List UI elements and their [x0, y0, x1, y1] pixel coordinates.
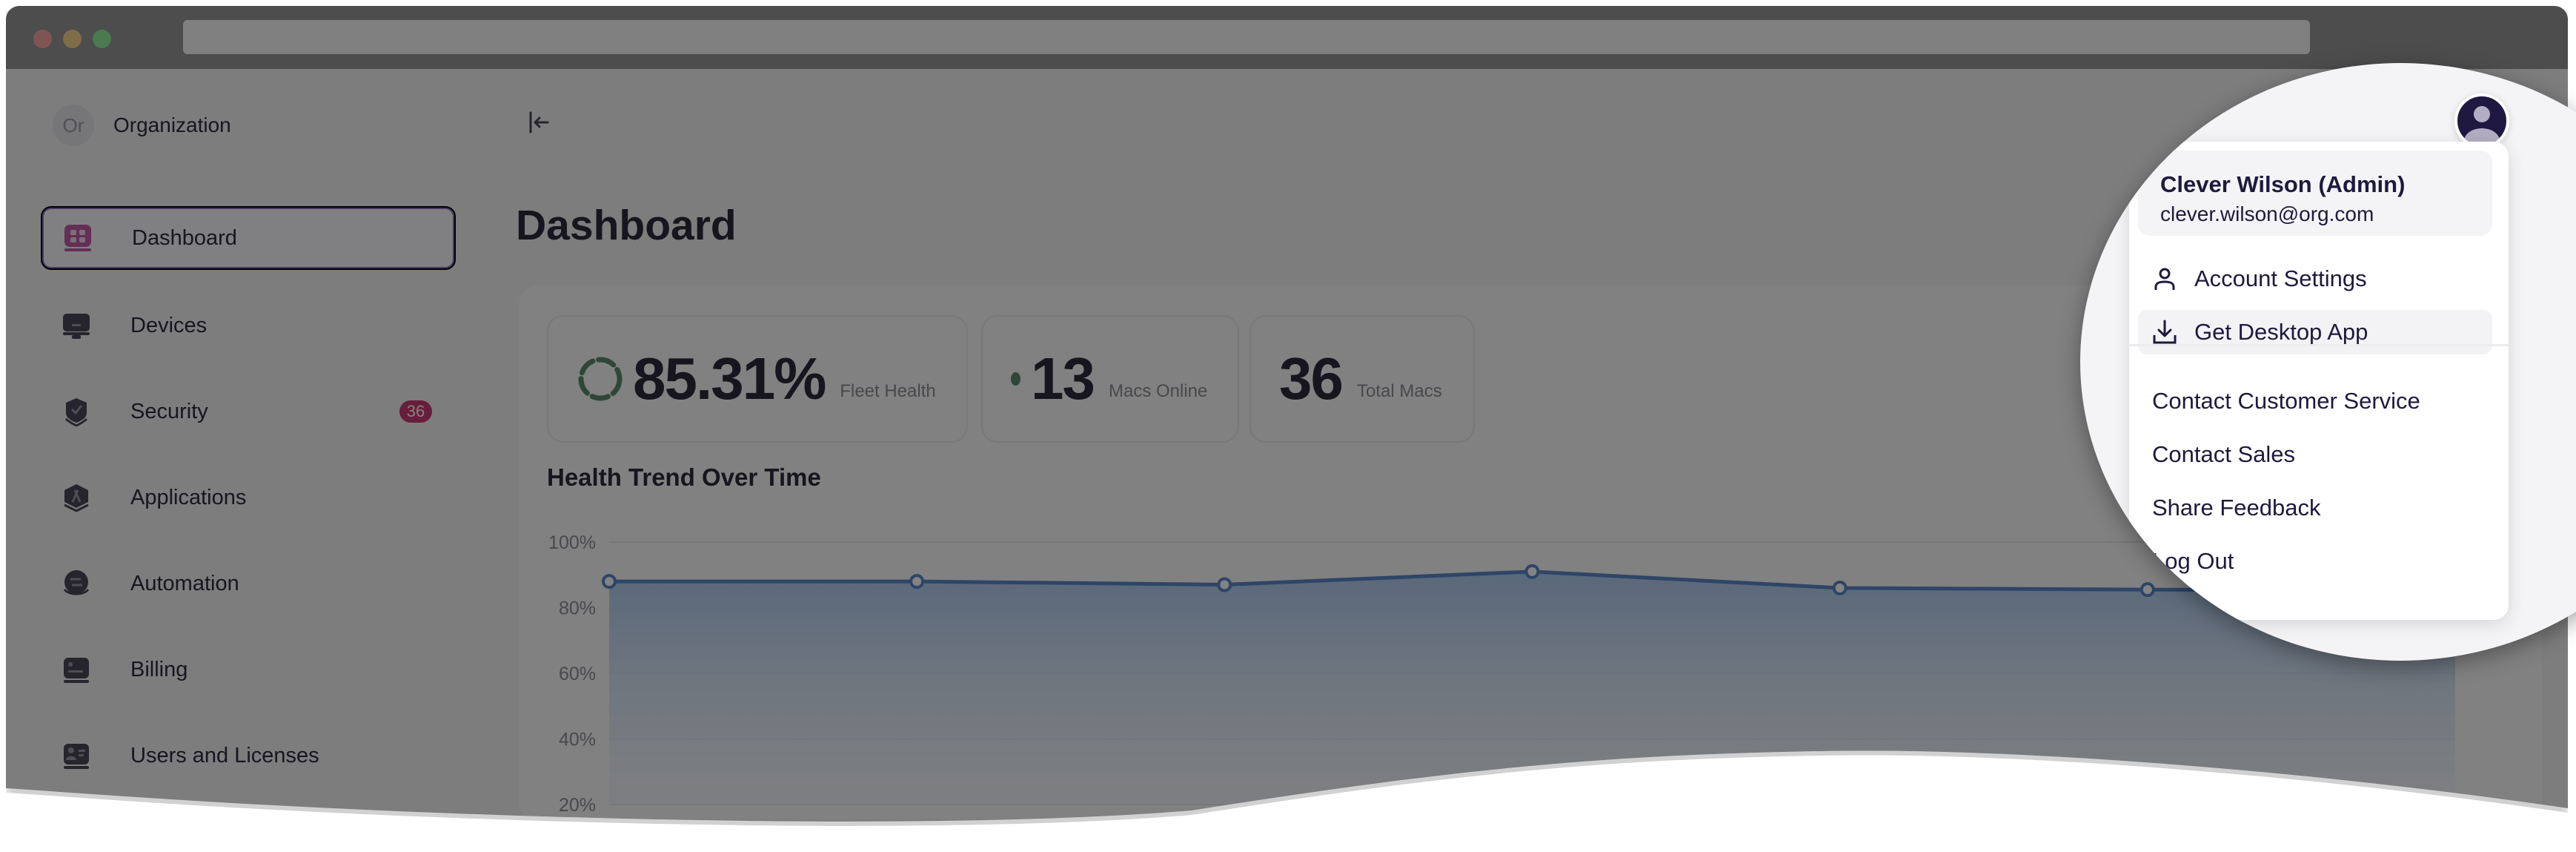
close-window-button[interactable]	[33, 30, 52, 48]
chart-title: Health Trend Over Time	[547, 463, 821, 491]
id-card-icon	[62, 741, 91, 770]
minimize-window-button[interactable]	[63, 30, 82, 48]
menu-link-contact-customer-service[interactable]: Contact Customer Service	[2138, 379, 2492, 423]
stat-label: Fleet Health	[840, 381, 936, 401]
data-point-tue[interactable]	[1218, 579, 1230, 591]
menu-item-label: Share Feedback	[2152, 495, 2321, 521]
billing-card-icon	[62, 655, 91, 684]
y-tick-label: 80%	[559, 598, 596, 619]
y-tick-label: 60%	[559, 664, 596, 684]
menu-item-get-desktop-app[interactable]: Get Desktop App	[2138, 310, 2492, 354]
browser-titlebar	[6, 6, 2568, 69]
user-menu-dropdown: Clever Wilson (Admin) clever.wilson@org.…	[2129, 142, 2509, 620]
org-switcher[interactable]: Or Organization	[53, 105, 231, 146]
stat-label: Total Macs	[1356, 381, 1442, 401]
sidebar-item-automation[interactable]: Automation	[41, 553, 456, 614]
app-store-icon	[62, 483, 91, 512]
address-bar[interactable]	[183, 20, 2310, 54]
devices-icon	[62, 311, 91, 340]
sidebar-item-label: Users and Licenses	[130, 743, 319, 767]
sidebar-item-billing[interactable]: Billing	[41, 639, 456, 700]
y-tick-label: 20%	[559, 795, 596, 816]
stat-macs-online: 13 Macs Online	[981, 315, 1239, 443]
sidebar-item-devices[interactable]: Devices	[41, 295, 456, 356]
menu-link-log-out[interactable]: Log Out	[2138, 539, 2492, 584]
download-icon	[2153, 320, 2177, 344]
menu-item-label: Account Settings	[2194, 265, 2367, 291]
stat-fleet-health: 85.31% Fleet Health	[547, 315, 968, 443]
shield-check-icon	[62, 397, 91, 426]
user-avatar-icon	[2464, 106, 2500, 145]
org-name: Organization	[113, 113, 231, 136]
sidebar-item-label: Devices	[130, 313, 208, 337]
y-tick-label: 100%	[548, 532, 596, 553]
user-info: Clever Wilson (Admin) clever.wilson@org.…	[2138, 151, 2492, 236]
collapse-sidebar-icon[interactable]	[527, 110, 551, 134]
sidebar-item-label: Automation	[130, 571, 239, 595]
sidebar-item-users-and-licenses[interactable]: Users and Licenses	[41, 725, 456, 786]
magnifier-lens: Clever Wilson (Admin) clever.wilson@org.…	[2080, 63, 2576, 661]
sidebar-nav: Dashboard Devices Security 36 Applicatio…	[41, 206, 456, 811]
menu-item-label: Contact Sales	[2152, 441, 2295, 467]
automation-icon	[62, 569, 91, 598]
sidebar-item-applications[interactable]: Applications	[41, 467, 456, 528]
user-icon	[2154, 268, 2175, 290]
user-email: clever.wilson@org.com	[2160, 202, 2374, 225]
user-name: Clever Wilson (Admin)	[2160, 171, 2406, 197]
sidebar-item-label: Billing	[130, 657, 188, 681]
data-point-mon[interactable]	[911, 575, 923, 587]
menu-item-label: Log Out	[2152, 548, 2234, 574]
menu-item-label: Get Desktop App	[2194, 319, 2368, 345]
page-title: Dashboard	[516, 202, 737, 249]
data-point-wed[interactable]	[1527, 566, 1538, 578]
online-dot-icon	[1011, 372, 1020, 386]
sidebar-item-label: Applications	[130, 485, 247, 509]
stat-label: Macs Online	[1108, 381, 1208, 401]
menu-link-share-feedback[interactable]: Share Feedback	[2138, 486, 2492, 530]
stat-value: 36	[1279, 346, 1342, 412]
data-point-thu[interactable]	[1834, 582, 1846, 594]
data-point-sun[interactable]	[603, 575, 615, 587]
stat-value: 85.31%	[633, 346, 826, 412]
stat-value: 13	[1031, 346, 1094, 412]
menu-link-contact-sales[interactable]: Contact Sales	[2138, 432, 2492, 477]
sidebar-item-dashboard[interactable]: Dashboard	[41, 206, 456, 270]
sidebar-item-label: Security	[130, 399, 208, 423]
menu-item-account-settings[interactable]: Account Settings	[2138, 257, 2492, 301]
menu-item-label: Contact Customer Service	[2152, 388, 2420, 414]
health-ring-icon	[577, 355, 624, 403]
stat-total-macs: 36 Total Macs	[1249, 315, 1475, 443]
security-count-badge: 36	[399, 400, 432, 423]
sidebar-item-label: Dashboard	[132, 225, 237, 250]
maximize-window-button[interactable]	[93, 30, 111, 48]
org-avatar: Or	[53, 105, 94, 146]
menu-divider	[2129, 344, 2509, 346]
user-avatar-button[interactable]	[2454, 93, 2509, 148]
y-tick-label: 40%	[559, 730, 596, 750]
sidebar-item-security[interactable]: Security 36	[41, 381, 456, 442]
dashboard-icon	[63, 223, 93, 253]
